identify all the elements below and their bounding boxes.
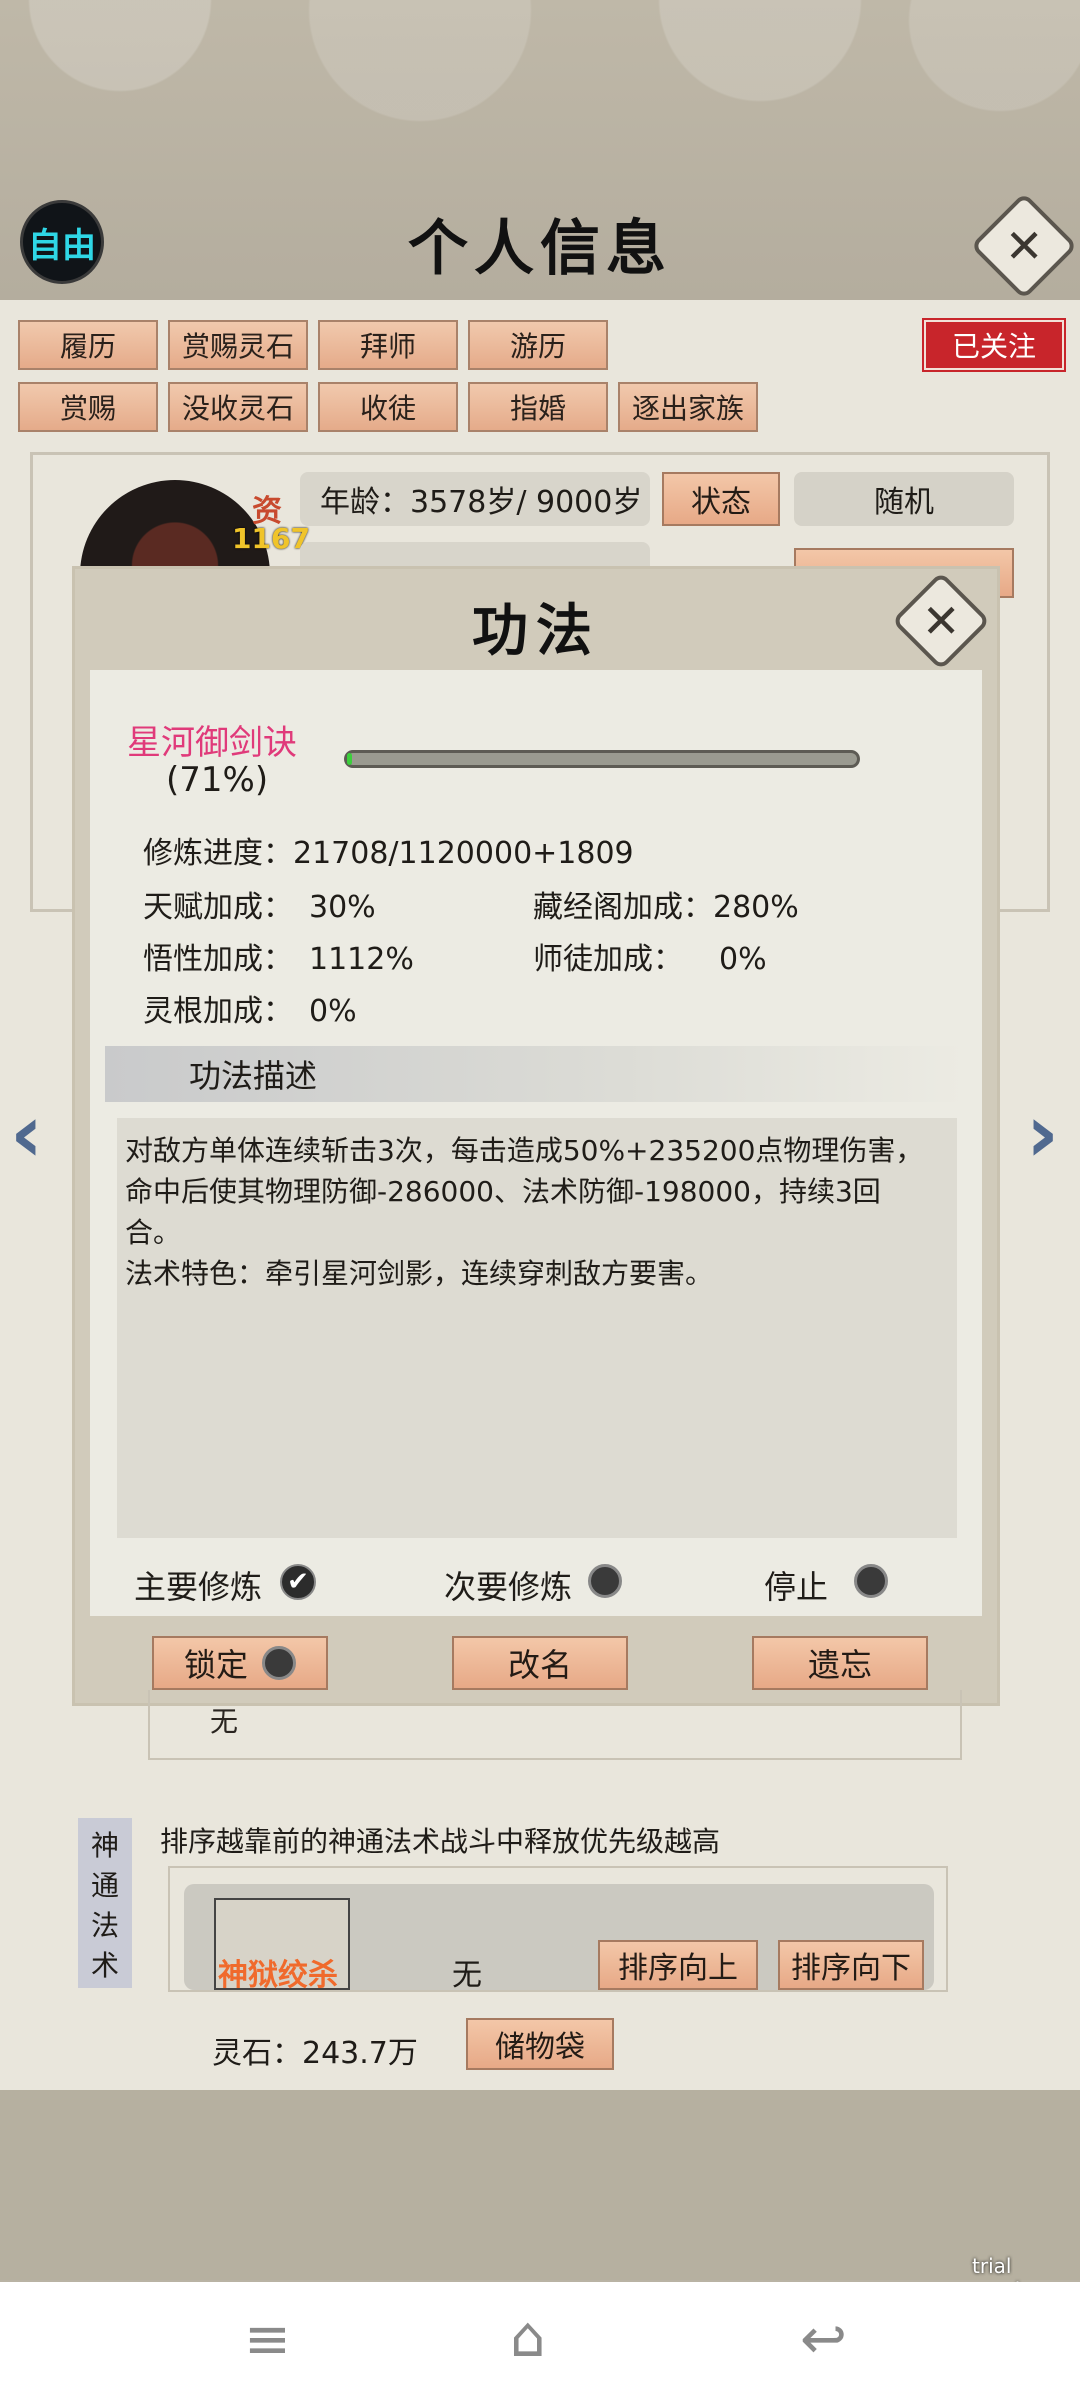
rename-button[interactable]: 改名: [452, 1636, 628, 1690]
tab-resume[interactable]: 履历: [18, 320, 158, 370]
skill-name: 神狱绞杀: [218, 1958, 338, 1993]
tag-char: 神: [90, 1829, 119, 1862]
divine-skills-tag: 神 通 法 术: [78, 1818, 132, 1988]
technique-name: 星河御剑诀: [127, 723, 297, 763]
aptitude-value: 1167: [232, 522, 310, 555]
next-arrow-icon[interactable]: ›: [1026, 1094, 1059, 1174]
library-value: 280%: [713, 890, 799, 925]
secondary-option-label: 次要修炼: [444, 1568, 573, 1606]
progress-fill: [347, 753, 353, 765]
root-value: 0%: [309, 994, 357, 1029]
page-title: 个人信息: [408, 214, 672, 284]
cultivation-value: 21708/1120000+1809: [293, 836, 634, 871]
description-text: 对敌方单体连续斩击3次，每击造成50%+235200点物理伤害， 命中后使其物理…: [117, 1118, 957, 1538]
spirit-stone-count: 灵石：243.7万: [212, 2036, 418, 2071]
mentor-value: 0%: [719, 942, 767, 977]
sort-down-button[interactable]: 排序向下: [778, 1940, 924, 1990]
cultivation-progress: 修炼进度：21708/1120000+1809: [143, 828, 634, 872]
home-icon[interactable]: ⌂: [510, 2310, 546, 2366]
tab-take-disciple[interactable]: 收徒: [318, 382, 458, 432]
sort-up-button[interactable]: 排序向上: [598, 1940, 758, 1990]
talent-value: 30%: [309, 890, 376, 925]
bottom-band: [0, 2090, 1080, 2280]
primary-checked-icon[interactable]: ✔: [280, 1564, 316, 1600]
forget-button[interactable]: 遗忘: [752, 1636, 928, 1690]
lock-label: 锁定: [183, 1646, 248, 1684]
root-label: 灵根加成：: [143, 994, 293, 1029]
random-button[interactable]: 随机: [794, 472, 1014, 526]
talent-bonus: 天赋加成： 30%: [143, 882, 376, 926]
lower-frame: [148, 1690, 962, 1760]
secondary-radio[interactable]: [588, 1564, 622, 1598]
close-icon: ✕: [1004, 218, 1044, 273]
tag-char: 通: [90, 1869, 119, 1902]
modal-title: 功法: [472, 598, 600, 664]
comprehension-bonus: 悟性加成： 1112%: [143, 934, 414, 978]
tab-confiscate-stones[interactable]: 没收灵石: [168, 382, 308, 432]
age-field: 年龄：3578岁/ 9000岁: [300, 472, 650, 526]
skill-empty-text: 无: [452, 1958, 482, 1993]
comprehension-value: 1112%: [309, 942, 414, 977]
tab-reward[interactable]: 赏赐: [18, 382, 158, 432]
tag-char: 法: [90, 1909, 119, 1942]
mentor-label: 师徒加成：: [533, 942, 683, 977]
tag-char: 术: [90, 1949, 119, 1982]
storage-bag-button[interactable]: 储物袋: [466, 2018, 614, 2070]
cultivation-label: 修炼进度：: [143, 836, 293, 871]
progress-bar: [344, 750, 860, 768]
prev-arrow-icon[interactable]: ‹: [10, 1094, 43, 1174]
description-heading: 功法描述: [105, 1046, 965, 1102]
tab-travel[interactable]: 游历: [468, 320, 608, 370]
mentor-bonus: 师徒加成： 0%: [533, 934, 767, 978]
tab-expel[interactable]: 逐出家族: [618, 382, 758, 432]
lock-button[interactable]: 锁定: [152, 1636, 328, 1690]
none-text: 无: [210, 1705, 239, 1738]
menu-icon[interactable]: ≡: [244, 2312, 291, 2368]
stop-option-label: 停止: [764, 1568, 829, 1606]
tab-arrange-marriage[interactable]: 指婚: [468, 382, 608, 432]
status-button[interactable]: 状态: [662, 472, 780, 526]
back-icon[interactable]: ↩: [800, 2312, 847, 2368]
library-label: 藏经阁加成：: [533, 890, 713, 925]
spirit-root-bonus: 灵根加成： 0%: [143, 986, 357, 1030]
tab-reward-stones[interactable]: 赏赐灵石: [168, 320, 308, 370]
close-icon: ✕: [921, 593, 961, 648]
stop-radio[interactable]: [854, 1564, 888, 1598]
library-bonus: 藏经阁加成：280%: [533, 882, 799, 926]
lock-toggle-icon: [262, 1646, 296, 1680]
priority-note: 排序越靠前的神通法术战斗中释放优先级越高: [160, 1825, 721, 1858]
followed-button[interactable]: 已关注: [922, 318, 1066, 372]
comprehension-label: 悟性加成：: [143, 942, 293, 977]
tab-apprentice[interactable]: 拜师: [318, 320, 458, 370]
talent-label: 天赋加成：: [143, 890, 293, 925]
technique-percent: (71%): [166, 760, 269, 800]
primary-option-label: 主要修炼: [134, 1568, 263, 1606]
